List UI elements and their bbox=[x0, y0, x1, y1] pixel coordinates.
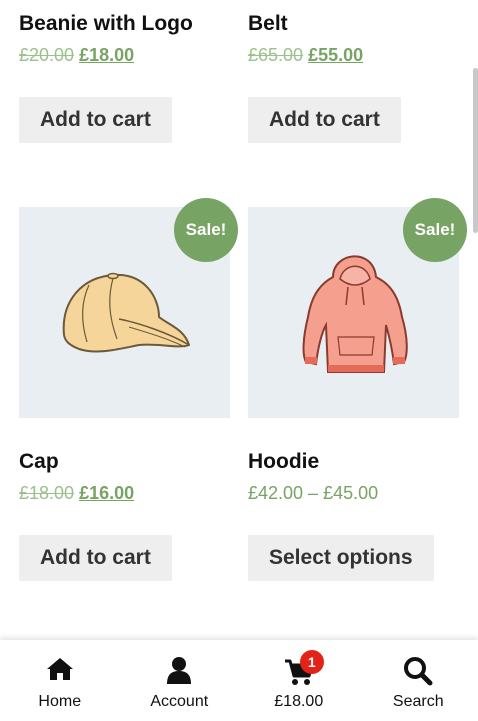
regular-price: £65.00 bbox=[248, 45, 304, 65]
sale-price: £18.00 bbox=[79, 45, 135, 65]
sale-price: £16.00 bbox=[79, 483, 135, 503]
user-icon bbox=[166, 656, 192, 689]
sale-badge: Sale! bbox=[174, 198, 238, 262]
nav-account[interactable]: Account bbox=[120, 640, 240, 721]
cart-count-badge: 1 bbox=[299, 650, 324, 674]
product-price: £65.00 £55.00 bbox=[248, 43, 460, 67]
product-title[interactable]: Belt bbox=[248, 11, 460, 37]
sale-price: £55.00 bbox=[308, 45, 364, 65]
product-price: £18.00 £16.00 bbox=[19, 481, 231, 505]
regular-price: £20.00 bbox=[19, 45, 75, 65]
product-title[interactable]: Cap bbox=[19, 449, 231, 475]
scrollbar-thumb[interactable] bbox=[473, 68, 478, 233]
select-options-button[interactable]: Select options bbox=[248, 535, 434, 581]
product-title[interactable]: Hoodie bbox=[248, 449, 460, 475]
product-title[interactable]: Beanie with Logo bbox=[19, 11, 231, 37]
product-beanie-with-logo: Beanie with Logo £20.00 £18.00 bbox=[19, 11, 231, 67]
nav-label: Home bbox=[38, 693, 82, 710]
nav-search[interactable]: Search bbox=[359, 640, 478, 721]
product-belt: Belt £65.00 £55.00 bbox=[248, 11, 460, 67]
add-to-cart-button[interactable]: Add to cart bbox=[248, 97, 401, 143]
product-price: £42.00 – £45.00 bbox=[248, 481, 460, 505]
product-cap: Cap £18.00 £16.00 bbox=[19, 449, 231, 505]
nav-label: Search bbox=[392, 693, 444, 710]
nav-label: £18.00 bbox=[274, 693, 324, 710]
search-icon bbox=[403, 656, 433, 691]
product-price: £20.00 £18.00 bbox=[19, 43, 231, 67]
regular-price: £18.00 bbox=[19, 483, 75, 503]
nav-label: Account bbox=[150, 693, 209, 710]
price-range: £42.00 – £45.00 bbox=[248, 483, 379, 503]
add-to-cart-button[interactable]: Add to cart bbox=[19, 535, 172, 581]
add-to-cart-button[interactable]: Add to cart bbox=[19, 97, 172, 143]
bottom-navigation-bar: Home Account 1 £18.00 Search bbox=[0, 640, 478, 721]
nav-cart[interactable]: 1 £18.00 bbox=[239, 640, 359, 721]
sale-badge: Sale! bbox=[403, 198, 467, 262]
home-icon bbox=[45, 656, 75, 687]
product-hoodie: Hoodie £42.00 – £45.00 bbox=[248, 449, 460, 505]
nav-home[interactable]: Home bbox=[0, 640, 120, 721]
